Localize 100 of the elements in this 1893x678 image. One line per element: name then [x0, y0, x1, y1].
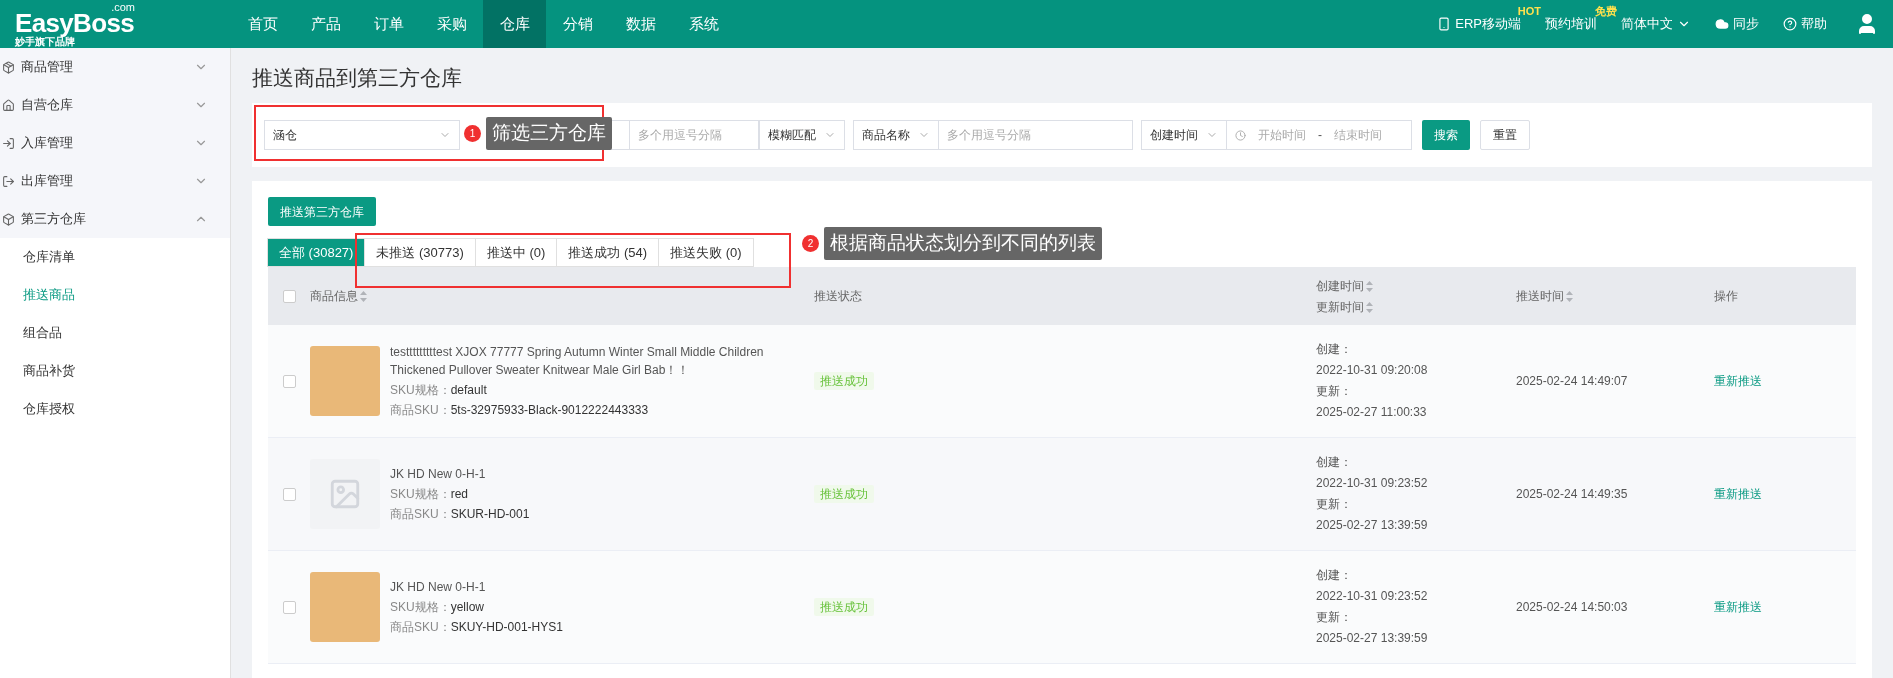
- checkbox[interactable]: [282, 487, 296, 501]
- text-input[interactable]: 多个用逗号分隔: [938, 120, 1133, 150]
- sidebar-group[interactable]: 第三方仓库: [0, 200, 230, 238]
- nav-tab[interactable]: 分销: [546, 0, 609, 48]
- reset-button[interactable]: 重置: [1480, 120, 1530, 150]
- nav-tab[interactable]: 首页: [231, 0, 294, 48]
- checkbox[interactable]: [282, 600, 296, 614]
- checkbox[interactable]: [282, 289, 296, 303]
- sidebar-item[interactable]: 推送商品: [0, 276, 230, 314]
- help-icon: [1783, 17, 1797, 31]
- column-header: 创建时间: [1316, 278, 1364, 293]
- image-icon: [328, 477, 362, 511]
- sidebar-group[interactable]: 商品管理: [0, 48, 230, 86]
- date-range-field[interactable]: 开始时间 - 结束时间: [1226, 120, 1412, 150]
- status-tab[interactable]: 全部 (30827): [267, 238, 366, 267]
- field-label: 商品SKU：: [390, 507, 451, 521]
- nav-tab[interactable]: 数据: [609, 0, 672, 48]
- top-link[interactable]: 预约培训: [1545, 14, 1597, 34]
- field-label: SKU规格：: [390, 383, 451, 397]
- select-field[interactable]: 商品名称: [853, 120, 939, 150]
- field-label: 更新：: [1316, 496, 1353, 513]
- repush-link[interactable]: 重新推送: [1714, 374, 1762, 388]
- column-header: 商品信息: [310, 289, 358, 303]
- status-tag: 推送成功: [814, 598, 874, 616]
- house-icon: [2, 98, 15, 112]
- sort-icon[interactable]: [1366, 280, 1373, 292]
- number-badge: 2: [802, 234, 819, 252]
- select-field[interactable]: 涵仓: [264, 120, 460, 150]
- created-time: 2022-10-31 09:23:52: [1316, 588, 1429, 605]
- field-label: 更新：: [1316, 383, 1353, 400]
- page-title: 推送商品到第三方仓库: [252, 65, 463, 91]
- nav-tab[interactable]: 订单: [357, 0, 420, 48]
- sidebar-item[interactable]: 商品补货: [0, 352, 230, 390]
- brand-tagline: 妙手旗下品牌: [15, 36, 75, 47]
- column-header: 推送状态: [814, 289, 862, 303]
- field-label: 更新：: [1316, 609, 1353, 626]
- sidebar-group[interactable]: 出库管理: [0, 162, 230, 200]
- product-title[interactable]: JK HD New 0-H-1: [390, 465, 790, 483]
- status-tab[interactable]: 未推送 (30773): [364, 238, 476, 267]
- arrow-in-icon: [2, 136, 15, 150]
- sidebar-group[interactable]: 入库管理: [0, 124, 230, 162]
- status-tag: 推送成功: [814, 485, 874, 503]
- badge-label: 免费: [1595, 6, 1617, 18]
- sidebar-item[interactable]: 仓库授权: [0, 390, 230, 428]
- cube-icon: [2, 212, 15, 226]
- repush-link[interactable]: 重新推送: [1714, 487, 1762, 501]
- status-tab[interactable]: 推送中 (0): [474, 238, 558, 267]
- top-link[interactable]: 帮助: [1801, 14, 1827, 34]
- sidebar-item[interactable]: 组合品: [0, 314, 230, 352]
- product-title[interactable]: JK HD New 0-H-1: [390, 578, 790, 596]
- nav-tab[interactable]: 采购: [420, 0, 483, 48]
- number-badge: 1: [464, 124, 481, 142]
- push-time: 2025-02-24 14:49:07: [1516, 374, 1628, 388]
- updated-time: 2025-02-27 13:39:59: [1316, 517, 1429, 534]
- sort-icon[interactable]: [1566, 291, 1573, 303]
- nav-tab[interactable]: 系统: [672, 0, 735, 48]
- status-tab[interactable]: 推送失败 (0): [658, 238, 754, 267]
- field-label: 创建：: [1316, 341, 1353, 358]
- arrow-out-icon: [2, 174, 15, 188]
- column-header: 推送时间: [1516, 289, 1564, 303]
- status-tag: 推送成功: [814, 372, 874, 390]
- repush-link[interactable]: 重新推送: [1714, 600, 1762, 614]
- sort-icon[interactable]: [1366, 301, 1373, 313]
- updated-time: 2025-02-27 11:00:33: [1316, 404, 1428, 421]
- checkbox[interactable]: [282, 374, 296, 388]
- select-field[interactable]: 创建时间: [1141, 120, 1227, 150]
- push-button[interactable]: 推送第三方仓库: [268, 197, 376, 226]
- sku-code: SKUR-HD-001: [450, 507, 530, 521]
- top-link[interactable]: 同步: [1733, 14, 1759, 34]
- column-header: 更新时间: [1316, 299, 1364, 314]
- select-field[interactable]: 模糊匹配: [759, 120, 845, 150]
- text-input[interactable]: 多个用逗号分隔: [629, 120, 759, 150]
- sort-icon[interactable]: [360, 291, 367, 303]
- brand-suffix: .com: [111, 1, 135, 12]
- sku-spec: red: [450, 487, 469, 501]
- sidebar-group[interactable]: 自营仓库: [0, 86, 230, 124]
- field-label: 商品SKU：: [390, 620, 451, 634]
- clock-icon: [1235, 129, 1246, 141]
- status-tab[interactable]: 推送成功 (54): [556, 238, 660, 267]
- sidebar-item[interactable]: 仓库清单: [0, 238, 230, 276]
- top-link[interactable]: 简体中文: [1621, 14, 1673, 34]
- push-time: 2025-02-24 14:50:03: [1516, 600, 1628, 614]
- sku-code: SKUY-HD-001-HYS1: [450, 620, 563, 634]
- column-header: 操作: [1714, 289, 1738, 303]
- nav-tab[interactable]: 产品: [294, 0, 357, 48]
- field-label: 创建：: [1316, 454, 1353, 471]
- brand-logo: EasyBoss: [15, 11, 135, 35]
- callout-tooltip: 筛选三方仓库: [486, 117, 612, 150]
- product-title[interactable]: testttttttttest XJOX 77777 Spring Autumn Winter Small Middle Children Thickened Pullover Sweater Knitwear Male Girl Bab！！: [390, 343, 790, 379]
- photo-placeholder: [310, 572, 380, 642]
- nav-tab[interactable]: 仓库: [483, 0, 546, 48]
- created-time: 2022-10-31 09:23:52: [1316, 475, 1429, 492]
- field-label: SKU规格：: [390, 487, 451, 501]
- sku-spec: default: [450, 383, 487, 397]
- created-time: 2022-10-31 09:20:08: [1316, 362, 1429, 379]
- push-time: 2025-02-24 14:49:35: [1516, 487, 1628, 501]
- search-button[interactable]: 搜索: [1422, 120, 1470, 150]
- package-icon: [2, 60, 15, 74]
- updated-time: 2025-02-27 13:39:59: [1316, 630, 1429, 647]
- callout-tooltip: 根据商品状态划分到不同的列表: [824, 227, 1102, 260]
